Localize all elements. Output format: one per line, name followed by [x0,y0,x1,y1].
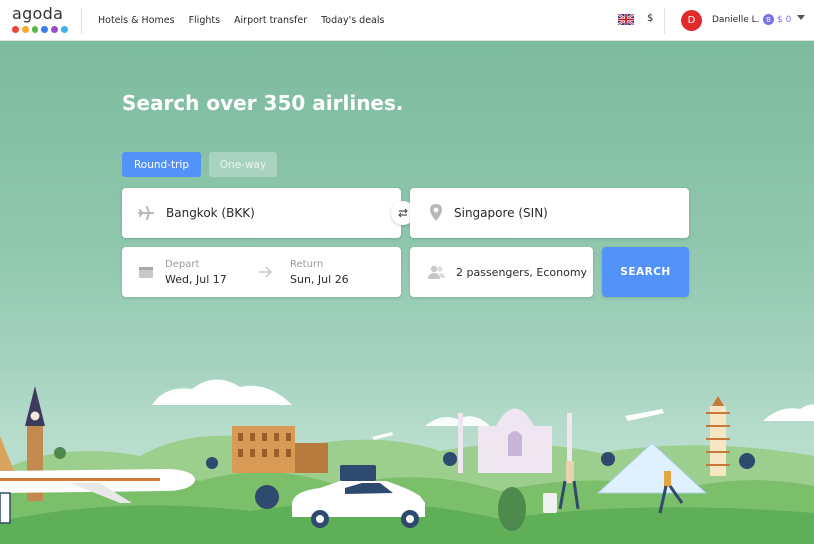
nav-hotels-homes[interactable]: Hotels & Homes [98,15,175,26]
main-nav: Hotels & Homes Flights Airport transfer … [98,0,384,41]
swap-icon [398,208,408,218]
passengers-value: 2 passengers, Economy [456,266,588,279]
location-pin-icon [430,204,442,221]
page-title: Search over 350 airlines. [122,91,404,115]
depart-label: Depart [165,259,200,270]
search-button[interactable]: SEARCH [602,247,689,297]
return-date[interactable]: Sun, Jul 26 [290,273,349,286]
nav-todays-deals[interactable]: Today's deals [321,15,384,26]
return-label: Return [290,259,324,270]
flag-uk-icon[interactable] [618,14,634,25]
tab-round-trip[interactable]: Round-trip [122,152,201,177]
plane-icon [138,206,154,220]
agoda-logo[interactable]: agoda [12,6,68,36]
hero-section: Search over 350 airlines. Round-trip One… [0,41,814,544]
tab-one-way[interactable]: One-way [209,152,277,177]
destination-value: Singapore (SIN) [454,206,548,220]
origin-value: Bangkok (BKK) [166,206,255,220]
destination-input[interactable]: Singapore (SIN) [410,188,689,238]
depart-date[interactable]: Wed, Jul 17 [165,273,227,286]
chevron-down-icon[interactable] [797,15,805,20]
calendar-icon [139,267,153,278]
points-coin-icon: B [763,14,774,25]
currency-selector[interactable]: $ [647,13,653,24]
avatar[interactable]: D [681,10,702,31]
people-icon [428,265,445,279]
date-picker[interactable]: Depart Wed, Jul 17 Return Sun, Jul 26 [122,247,401,297]
passengers-selector[interactable]: 2 passengers, Economy [410,247,593,297]
nav-airport-transfer[interactable]: Airport transfer [234,15,307,26]
origin-input[interactable]: Bangkok (BKK) [122,188,401,238]
logo-text: agoda [12,4,64,23]
nav-flights[interactable]: Flights [189,15,220,26]
header-divider [81,8,82,34]
username[interactable]: Danielle L. [712,15,759,25]
header-divider-right [664,8,665,34]
arrow-right-icon [259,266,272,278]
points-balance: $ 0 [777,15,792,25]
logo-dots [12,26,68,33]
top-nav-bar: agoda Hotels & Homes Flights Airport tra… [0,0,814,41]
